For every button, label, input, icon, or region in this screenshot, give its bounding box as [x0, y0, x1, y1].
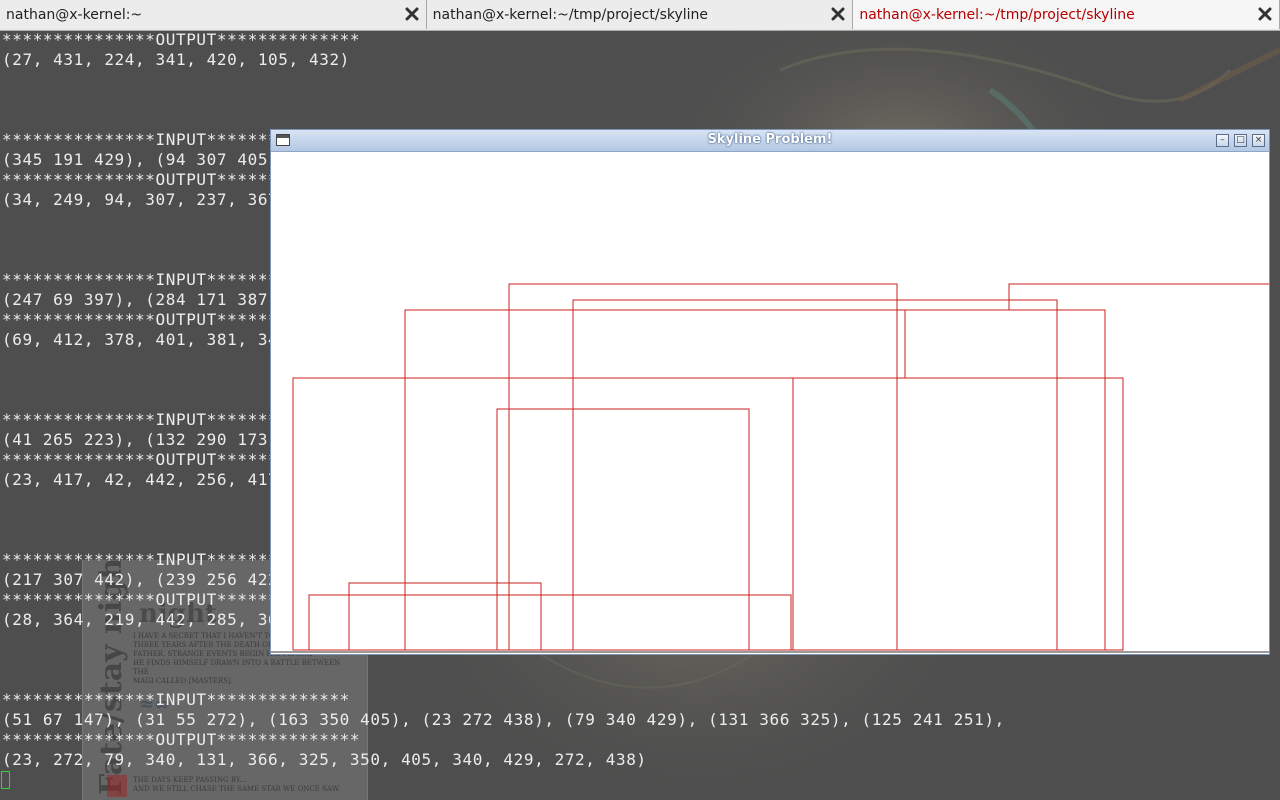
tab-label: nathan@x-kernel:~: [6, 6, 143, 23]
minimize-button[interactable]: –: [1216, 134, 1229, 147]
building-outline: [348, 582, 542, 651]
skyline-window[interactable]: Skyline Problem! – □ ×: [270, 129, 1270, 655]
terminal-line: (28, 364, 219, 442, 285, 36: [2, 610, 279, 629]
tab-skyline-1[interactable]: nathan@x-kernel:~/tmp/project/skyline: [426, 0, 854, 29]
skyline-canvas: [271, 283, 1269, 653]
terminal-line: (345 191 429), (94 307 405): [2, 150, 279, 169]
buildings-layer: [292, 283, 1124, 651]
desktop: nathan@x-kernel:~ nathan@x-kernel:~/tmp/…: [0, 0, 1280, 800]
building-outline: [404, 309, 1106, 651]
terminal-line: ***************OUTPUT**************: [2, 730, 361, 749]
tab-skyline-2[interactable]: nathan@x-kernel:~/tmp/project/skyline: [853, 0, 1280, 29]
terminal-line: (23, 417, 42, 442, 256, 417: [2, 470, 279, 489]
tab-label: nathan@x-kernel:~/tmp/project/skyline: [432, 6, 709, 23]
terminal-line: (51 67 147), (31 55 272), (163 350 405),…: [2, 710, 1005, 729]
minimize-icon: –: [1220, 135, 1225, 145]
maximize-button[interactable]: □: [1234, 134, 1247, 147]
close-icon[interactable]: [404, 6, 420, 22]
tab-label: nathan@x-kernel:~/tmp/project/skyline: [859, 6, 1135, 23]
building-outline: [572, 299, 1058, 651]
terminal-line: (34, 249, 94, 307, 237, 367: [2, 190, 279, 209]
close-button[interactable]: ×: [1252, 134, 1265, 147]
terminal-line: (247 69 397), (284 171 387): [2, 290, 279, 309]
terminal-line: ***************OUTPUT**************: [2, 30, 361, 49]
maximize-icon: □: [1236, 135, 1245, 145]
terminal-line: (69, 412, 378, 401, 381, 34: [2, 330, 279, 349]
window-title: Skyline Problem!: [707, 132, 833, 147]
building-outline: [496, 408, 750, 651]
terminal-line: (23, 272, 79, 340, 131, 366, 325, 350, 4…: [2, 750, 647, 769]
terminal-tab-bar: nathan@x-kernel:~ nathan@x-kernel:~/tmp/…: [0, 0, 1280, 31]
close-icon[interactable]: [830, 6, 846, 22]
tab-home[interactable]: nathan@x-kernel:~: [0, 0, 427, 29]
close-icon: ×: [1254, 135, 1263, 145]
terminal-line: (41 265 223), (132 290 173): [2, 430, 279, 449]
terminal-line: (217 307 442), (239 256 422: [2, 570, 279, 589]
terminal-line: (27, 431, 224, 341, 420, 105, 432): [2, 50, 350, 69]
close-icon[interactable]: [1257, 6, 1273, 22]
skyline-outline: [792, 283, 1269, 650]
building-outline: [292, 377, 1124, 651]
terminal-cursor: [1, 771, 10, 789]
terminal-line: ***************INPUT**************: [2, 690, 350, 709]
window-titlebar[interactable]: Skyline Problem! – □ ×: [271, 130, 1269, 152]
building-outline: [308, 594, 792, 651]
